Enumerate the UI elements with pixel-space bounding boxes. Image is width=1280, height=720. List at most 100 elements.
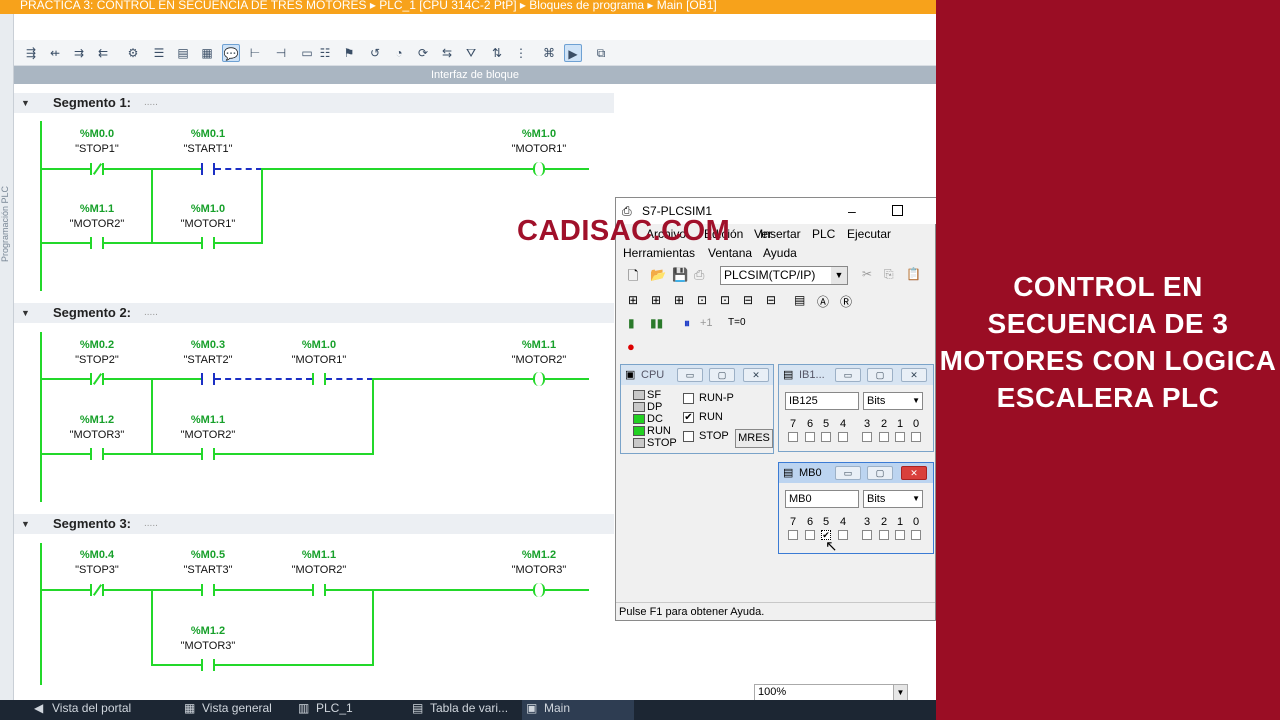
address-field[interactable]: IB125 — [785, 392, 859, 410]
overview-tab[interactable]: ▦ Vista general — [180, 700, 272, 720]
insert-block-regs-icon[interactable]: Ⓡ — [840, 293, 852, 310]
nc-contact-stop3[interactable] — [90, 584, 104, 596]
record-icon[interactable]: ● — [627, 339, 635, 354]
bit-checkbox[interactable] — [805, 530, 815, 540]
refresh-icon[interactable]: ⟳ — [414, 44, 432, 62]
menu-plc[interactable]: PLC — [812, 227, 835, 241]
bit-checkbox[interactable] — [838, 432, 848, 442]
open-branch-icon[interactable]: ⊢ — [246, 44, 264, 62]
bit-checkbox[interactable] — [911, 432, 921, 442]
insert-stack-icon[interactable]: ▤ — [794, 293, 805, 307]
new-file-icon[interactable]: 🗋 — [628, 267, 638, 289]
absolute-address-icon[interactable]: ⚙ — [124, 44, 142, 62]
close-icon[interactable]: ✕ — [901, 368, 927, 382]
tree-icon[interactable]: ⋮ — [512, 44, 530, 62]
no-contact-start2[interactable] — [201, 373, 215, 385]
favorites-icon[interactable]: ☰ — [150, 44, 168, 62]
menu-ventana[interactable]: Ventana — [708, 246, 752, 260]
no-contact-motor3[interactable] — [201, 659, 215, 671]
mode-checkbox-stop[interactable] — [683, 431, 694, 442]
coil-motor2[interactable] — [533, 372, 545, 386]
nc-contact-stop1[interactable] — [90, 163, 104, 175]
segment-1-header[interactable]: ▼ Segmento 1: ..... — [14, 93, 614, 113]
minimize-icon[interactable]: ▭ — [677, 368, 703, 382]
bookmark-icon[interactable]: ⚑ — [340, 44, 358, 62]
mres-button[interactable]: MRES — [735, 429, 773, 448]
bit-checkbox[interactable] — [911, 530, 921, 540]
no-contact-motor1[interactable] — [201, 237, 215, 249]
block-interface-bar[interactable]: Interfaz de bloque — [14, 66, 936, 84]
insert-counter-icon[interactable]: ⊡ — [720, 293, 730, 307]
bit-checkbox[interactable] — [805, 432, 815, 442]
print-icon[interactable]: ⎙ — [694, 267, 704, 283]
network-delete-icon[interactable]: ⇷ — [46, 44, 64, 62]
menu-insertar[interactable]: Insertar — [760, 227, 801, 241]
coil-motor3[interactable] — [533, 583, 545, 597]
segment-3-header[interactable]: ▼ Segmento 3: ..... — [14, 514, 614, 534]
scan-cycle-single-icon[interactable]: ▮ — [628, 316, 635, 330]
copy-icon[interactable]: ⎘ — [884, 267, 894, 282]
goto-icon[interactable]: ↺ — [366, 44, 384, 62]
main-tab[interactable]: ▣ Main — [522, 700, 634, 720]
monitor-icon[interactable]: ◔ — [390, 44, 408, 62]
cut-icon[interactable]: ✂ — [862, 267, 872, 281]
network-close-icon[interactable]: ⇇ — [94, 44, 112, 62]
compare-icon[interactable]: ⇆ — [438, 44, 456, 62]
collapse-triangle-icon[interactable]: ▼ — [21, 93, 30, 113]
portal-view-tab[interactable]: ◀ Vista del portal — [30, 700, 131, 720]
bit-checkbox[interactable] — [895, 530, 905, 540]
insert-vertical-bits-icon[interactable]: ⊟ — [766, 293, 776, 307]
scan-cycle-continuous-icon[interactable]: ▮▮ — [650, 316, 663, 330]
minimize-icon[interactable]: ▭ — [835, 368, 861, 382]
mode-checkbox-run[interactable]: ✔ — [683, 412, 694, 423]
minimize-icon[interactable]: ▭ — [835, 466, 861, 480]
insert-output-icon[interactable]: ⊞ — [651, 293, 661, 307]
menu-ayuda[interactable]: Ayuda — [763, 246, 797, 260]
paste-icon[interactable]: 📋 — [906, 267, 921, 281]
close-icon[interactable]: ✕ — [743, 368, 769, 382]
connection-select[interactable]: PLCSIM(TCP/IP) ▼ — [720, 266, 848, 285]
insert-accu-icon[interactable]: Ⓐ — [817, 293, 829, 310]
no-contact-start1[interactable] — [201, 163, 215, 175]
filter-icon[interactable]: ⛛ — [462, 44, 480, 62]
step-button[interactable]: +1 — [700, 317, 713, 329]
bit-checkbox[interactable] — [862, 530, 872, 540]
collapse-triangle-icon[interactable]: ▼ — [21, 514, 30, 534]
segment-2-header[interactable]: ▼ Segmento 2: ..... — [14, 303, 614, 323]
nc-contact-stop2[interactable] — [90, 373, 104, 385]
bit-checkbox[interactable] — [821, 432, 831, 442]
no-contact-motor2[interactable] — [90, 237, 104, 249]
insert-input-icon[interactable]: ⊞ — [628, 293, 638, 307]
collapse-triangle-icon[interactable]: ▼ — [21, 303, 30, 323]
restore-icon[interactable]: ▢ — [867, 368, 893, 382]
mode-checkbox-run-p[interactable] — [683, 393, 694, 404]
format-select[interactable]: Bits ▼ — [863, 490, 923, 508]
zoom-select[interactable]: 100% ▼ — [754, 684, 908, 701]
minimize-icon[interactable]: – — [848, 198, 856, 224]
chevron-down-icon[interactable]: ▼ — [831, 267, 847, 284]
empty-box-icon[interactable]: ▭ — [298, 44, 316, 62]
monitoring-icon[interactable]: ▶ — [564, 44, 582, 62]
chevron-down-icon[interactable]: ▼ — [893, 685, 907, 700]
bit-checkbox[interactable] — [838, 530, 848, 540]
block-list-icon[interactable]: ▤ — [174, 44, 192, 62]
bit-checkbox[interactable] — [895, 432, 905, 442]
no-contact-motor2[interactable] — [201, 448, 215, 460]
tag-table-tab[interactable]: ▤ Tabla de vari... — [408, 700, 508, 720]
comment-icon[interactable]: 💬 — [222, 44, 240, 62]
insert-marker-icon[interactable]: ⊞ — [674, 293, 684, 307]
no-contact-motor2[interactable] — [312, 584, 326, 596]
coil-motor1[interactable] — [533, 162, 545, 176]
pause-icon[interactable]: ⏸ — [684, 316, 690, 331]
bit-checkbox[interactable] — [862, 432, 872, 442]
restore-icon[interactable]: ▢ — [709, 368, 735, 382]
network-insert-icon[interactable]: ⇶ — [22, 44, 40, 62]
close-branch-icon[interactable]: ⊣ — [272, 44, 290, 62]
split-editor-icon[interactable]: ⧉ — [592, 44, 610, 62]
bit-checkbox[interactable] — [788, 530, 798, 540]
open-folder-icon[interactable]: 📂 — [650, 267, 666, 283]
restore-icon[interactable]: ▢ — [867, 466, 893, 480]
insert-timer-icon[interactable]: ⊡ — [697, 293, 707, 307]
list-icon[interactable]: ☷ — [316, 44, 334, 62]
bit-checkbox[interactable] — [879, 530, 889, 540]
